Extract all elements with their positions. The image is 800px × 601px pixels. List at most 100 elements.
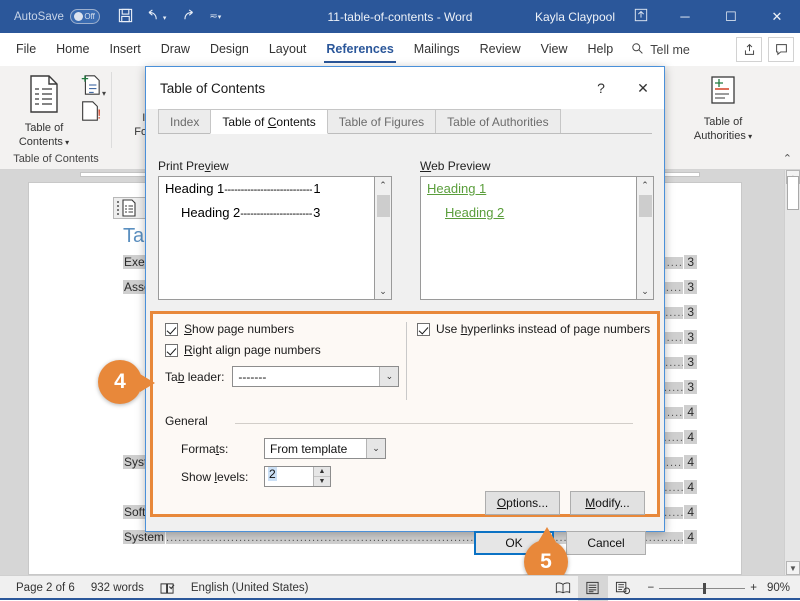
autosave-state: Off bbox=[84, 12, 95, 21]
collapse-ribbon-icon[interactable]: ⌃ bbox=[783, 152, 792, 165]
scrollbar-thumb[interactable] bbox=[377, 195, 390, 217]
tab-design[interactable]: Design bbox=[200, 33, 259, 66]
tab-draw[interactable]: Draw bbox=[151, 33, 200, 66]
preview-tab-leader: ---------------------- bbox=[240, 208, 313, 220]
tab-leader-row: Tab leader: ------- ⌄ bbox=[165, 366, 400, 387]
print-preview-scrollbar[interactable]: ⌃ ⌄ bbox=[374, 177, 391, 299]
zoom-in-button[interactable]: + bbox=[750, 582, 757, 594]
toc-entry-page: 4 bbox=[684, 455, 697, 469]
web-layout-icon[interactable] bbox=[608, 576, 638, 601]
tab-home[interactable]: Home bbox=[46, 33, 99, 66]
scroll-down-icon[interactable]: ⌄ bbox=[375, 283, 391, 299]
show-levels-row: Show levels: 2 ▲ ▼ bbox=[181, 466, 331, 487]
save-icon[interactable] bbox=[118, 8, 133, 26]
document-vertical-scrollbar[interactable]: ▲ ▼ bbox=[784, 170, 800, 575]
zoom-level[interactable]: 90% bbox=[767, 582, 790, 594]
scroll-up-icon[interactable]: ⌃ bbox=[637, 177, 653, 193]
preview-tab-leader: --------------------------- bbox=[224, 184, 313, 196]
tab-review[interactable]: Review bbox=[470, 33, 531, 66]
scroll-down-icon[interactable]: ▼ bbox=[786, 561, 800, 575]
update-table-button[interactable]: ! bbox=[78, 100, 102, 125]
tab-table-of-figures[interactable]: Table of Figures bbox=[326, 109, 437, 134]
table-of-contents-button[interactable]: Table of Contents ▾ bbox=[8, 74, 80, 150]
scroll-down-icon[interactable]: ⌄ bbox=[637, 283, 653, 299]
customize-qat-icon[interactable]: ≂▾ bbox=[209, 11, 221, 22]
cancel-button[interactable]: Cancel bbox=[566, 531, 646, 555]
ribbon-tab-bar: File Home Insert Draw Design Layout Refe… bbox=[0, 33, 800, 66]
tab-insert[interactable]: Insert bbox=[100, 33, 151, 66]
tab-help[interactable]: Help bbox=[578, 33, 624, 66]
preview-page-number: 3 bbox=[313, 205, 321, 220]
scrollbar-thumb[interactable] bbox=[639, 195, 652, 217]
undo-icon[interactable]: ▾ bbox=[146, 8, 166, 25]
use-hyperlinks-row[interactable]: Use hyperlinks instead of page numbers bbox=[417, 322, 650, 336]
show-page-numbers-row[interactable]: Show page numbers bbox=[165, 322, 294, 336]
account-name[interactable]: Kayla Claypool bbox=[535, 10, 615, 24]
tab-file[interactable]: File bbox=[6, 33, 46, 66]
callout-tail bbox=[140, 374, 155, 392]
toa-line2: Authorities bbox=[693, 130, 746, 142]
tab-view[interactable]: View bbox=[531, 33, 578, 66]
use-hyperlinks-checkbox[interactable] bbox=[417, 322, 430, 336]
show-levels-value-wrap[interactable]: 2 bbox=[265, 467, 313, 486]
tab-layout[interactable]: Layout bbox=[259, 33, 317, 66]
toc-entry-page: 4 bbox=[684, 505, 697, 519]
web-preview-scrollbar[interactable]: ⌃ ⌄ bbox=[636, 177, 653, 299]
tab-table-of-authorities[interactable]: Table of Authorities bbox=[435, 109, 561, 134]
options-button[interactable]: Options... bbox=[485, 491, 560, 515]
scroll-up-icon[interactable]: ⌃ bbox=[375, 177, 391, 193]
table-of-authorities-button[interactable]: Table of Authorities ▾ bbox=[676, 74, 770, 144]
autosave-switch[interactable]: Off bbox=[69, 9, 100, 24]
right-align-row[interactable]: Right align page numbers bbox=[165, 343, 321, 357]
general-section-header: General bbox=[165, 414, 645, 428]
modify-button[interactable]: Modify... bbox=[570, 491, 645, 515]
tab-references[interactable]: References bbox=[316, 33, 403, 66]
tab-table-of-contents[interactable]: Table of Contents bbox=[210, 109, 328, 134]
dialog-close-icon[interactable]: ✕ bbox=[622, 67, 664, 109]
language-indicator[interactable]: English (United States) bbox=[191, 582, 309, 594]
read-mode-icon[interactable] bbox=[548, 576, 578, 601]
redo-icon[interactable] bbox=[179, 8, 196, 25]
zoom-slider-handle[interactable] bbox=[703, 582, 707, 594]
zoom-out-button[interactable]: − bbox=[648, 582, 655, 594]
formats-label: Formats: bbox=[181, 441, 229, 456]
chevron-down-icon[interactable]: ⌄ bbox=[379, 367, 399, 386]
right-align-checkbox[interactable] bbox=[165, 343, 178, 357]
ribbon-display-options-icon[interactable] bbox=[634, 8, 648, 25]
autosave-toggle[interactable]: AutoSave Off bbox=[14, 9, 100, 24]
zoom-slider[interactable] bbox=[659, 582, 746, 594]
comments-icon[interactable] bbox=[768, 37, 794, 62]
callout-badge-4: 4 bbox=[98, 360, 155, 404]
callout-tail bbox=[538, 527, 556, 542]
formats-dropdown[interactable]: From template ⌄ bbox=[264, 438, 386, 459]
chevron-down-icon[interactable]: ⌄ bbox=[366, 439, 385, 458]
show-page-numbers-checkbox[interactable] bbox=[165, 322, 178, 336]
help-icon[interactable]: ? bbox=[580, 67, 622, 109]
show-page-numbers-label: Show page numbers bbox=[184, 322, 295, 336]
title-bar: AutoSave Off ▾ ≂▾ 11-table-of-contents -… bbox=[0, 0, 800, 33]
share-icon[interactable] bbox=[736, 37, 762, 62]
print-layout-icon[interactable] bbox=[577, 575, 608, 601]
proofing-errors-icon[interactable] bbox=[160, 582, 175, 595]
show-levels-stepper[interactable]: 2 ▲ ▼ bbox=[264, 466, 331, 487]
tell-me-box[interactable]: Tell me bbox=[631, 42, 690, 58]
minimize-button[interactable]: ─ bbox=[662, 0, 708, 33]
general-label: General bbox=[165, 414, 208, 428]
add-text-button[interactable]: ▾ bbox=[78, 74, 106, 99]
stepper-down-icon[interactable]: ▼ bbox=[314, 477, 330, 486]
page-indicator[interactable]: Page 2 of 6 bbox=[16, 582, 75, 594]
close-button[interactable]: ✕ bbox=[754, 0, 800, 33]
word-count[interactable]: 932 words bbox=[91, 582, 144, 594]
tab-mailings[interactable]: Mailings bbox=[404, 33, 470, 66]
maximize-button[interactable]: ☐ bbox=[708, 0, 754, 33]
toc-content-control-icon[interactable] bbox=[113, 197, 147, 219]
toc-entry-page: 3 bbox=[684, 280, 697, 294]
stepper-up-icon[interactable]: ▲ bbox=[314, 467, 330, 477]
section-divider bbox=[235, 423, 633, 424]
tab-index[interactable]: Index bbox=[158, 109, 212, 134]
scrollbar-thumb[interactable] bbox=[787, 176, 799, 210]
status-bar: Page 2 of 6 932 words English (United St… bbox=[0, 575, 800, 601]
table-of-contents-icon bbox=[8, 74, 80, 118]
tab-leader-dropdown[interactable]: ------- ⌄ bbox=[232, 366, 400, 387]
show-levels-value: 2 bbox=[268, 467, 277, 481]
